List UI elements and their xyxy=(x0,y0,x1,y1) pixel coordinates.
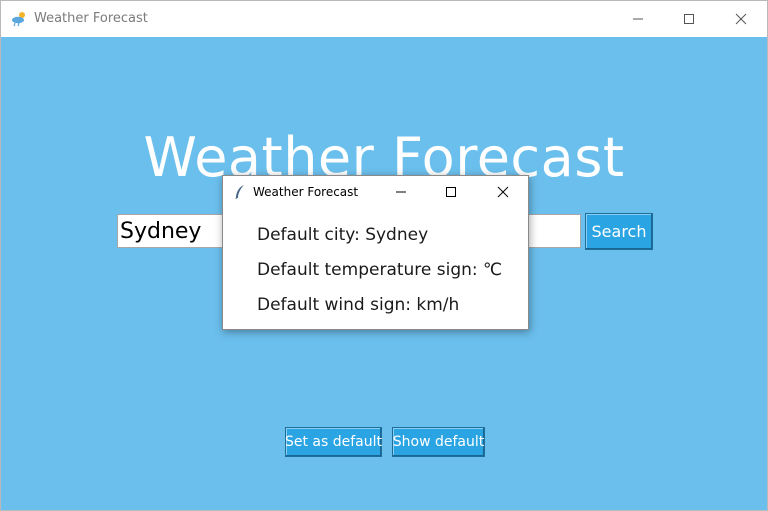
maximize-icon xyxy=(446,187,456,197)
dialog-minimize-button[interactable] xyxy=(379,176,423,208)
title-bar[interactable]: Weather Forecast xyxy=(1,1,767,37)
default-settings-dialog: Weather Forecast Default city: Sydney De… xyxy=(222,175,529,330)
close-icon xyxy=(497,186,509,198)
show-default-button[interactable]: Show default xyxy=(392,427,485,457)
dialog-title-bar[interactable]: Weather Forecast xyxy=(223,176,528,208)
dialog-maximize-button[interactable] xyxy=(429,176,473,208)
dialog-close-button[interactable] xyxy=(481,176,525,208)
close-button[interactable] xyxy=(718,1,764,37)
default-wind-sign-text: Default wind sign: km/h xyxy=(257,295,460,315)
minimize-icon xyxy=(633,18,643,20)
window-title: Weather Forecast xyxy=(34,11,148,26)
weather-cloud-icon xyxy=(11,11,27,27)
minimize-button[interactable] xyxy=(615,1,661,37)
set-as-default-button[interactable]: Set as default xyxy=(285,427,382,457)
maximize-icon xyxy=(684,14,694,24)
default-temperature-sign-text: Default temperature sign: ℃ xyxy=(257,260,503,280)
feather-icon xyxy=(233,184,247,200)
close-icon xyxy=(735,13,747,25)
dialog-title: Weather Forecast xyxy=(253,185,359,199)
default-city-text: Default city: Sydney xyxy=(257,225,429,245)
minimize-icon xyxy=(396,191,406,193)
maximize-button[interactable] xyxy=(666,1,712,37)
search-button[interactable]: Search xyxy=(585,213,653,250)
